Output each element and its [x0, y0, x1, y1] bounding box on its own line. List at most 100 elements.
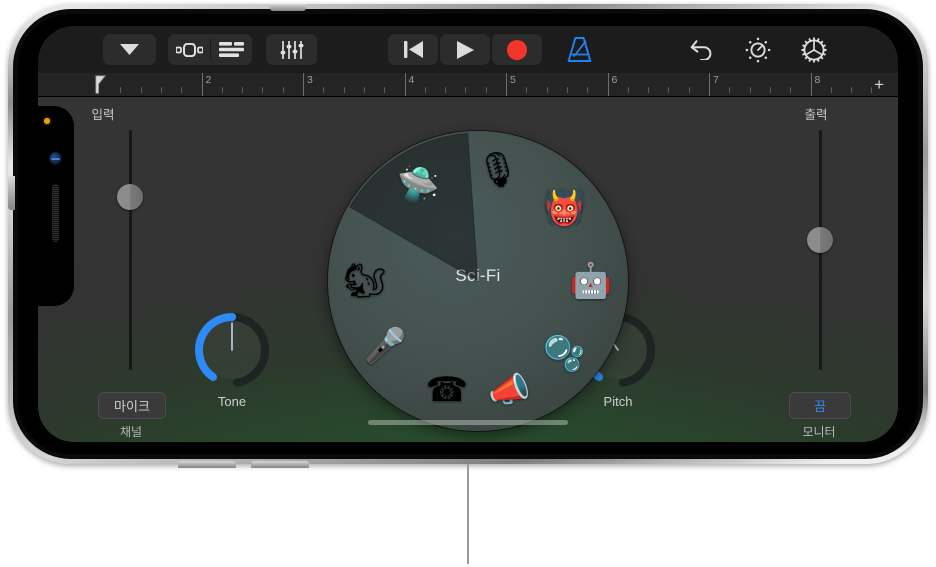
ruler-sub-tick [181, 87, 183, 93]
wheel-item-monster[interactable]: 👹 [541, 184, 589, 232]
ruler-sub-tick [546, 87, 548, 93]
ruler-sub-tick [871, 87, 873, 93]
ruler-sub-tick [566, 87, 568, 93]
ruler-bar-number: 5 [510, 74, 516, 86]
ruler-sub-tick [587, 87, 589, 93]
ruler-bar-number: 6 [611, 74, 618, 86]
play-icon [456, 40, 474, 59]
view-segmented-control[interactable] [168, 34, 252, 65]
home-indicator[interactable] [368, 420, 568, 425]
front-camera-icon [49, 152, 62, 165]
monitor-toggle-button[interactable]: 끔 [789, 392, 851, 419]
ruler-bar-tick [201, 73, 203, 96]
tone-knob-dial[interactable] [190, 308, 274, 392]
timeline-ruler[interactable]: 2 3 4 5 6 7 8 + [38, 73, 898, 97]
callout-line [467, 464, 469, 564]
mixer-button[interactable] [266, 34, 317, 65]
tone-knob-label: Tone [217, 394, 247, 409]
ruler-bar-tick [404, 73, 406, 96]
monitor-caption: 모니터 [802, 425, 836, 439]
navigation-menu-button[interactable] [103, 34, 156, 65]
ruler-sub-tick [242, 87, 244, 93]
settings-button[interactable] [791, 34, 837, 65]
rewind-button[interactable] [388, 34, 438, 65]
metronome-button[interactable] [556, 34, 602, 65]
chevron-down-icon [120, 44, 139, 55]
ruler-sub-tick [526, 87, 528, 93]
output-slider-knob[interactable] [807, 227, 833, 254]
wheel-item-chipmunk[interactable]: 🐿 [341, 257, 389, 305]
iphone-device-frame: 입력 마이크 채널 출력 끔 모니터 Tone Pitch 🛸 🎙 👹 🤖 🫧 … [8, 4, 928, 468]
wheel-item-clean[interactable]: 🎙 [474, 146, 522, 194]
ruler-sub-tick [688, 87, 690, 93]
metronome-icon [567, 36, 591, 62]
ruler-bar-number: 2 [205, 74, 212, 86]
ruler-sub-tick [343, 87, 345, 93]
mixer-icon [280, 40, 303, 59]
ruler-sub-tick [363, 87, 365, 93]
gear-icon [801, 36, 827, 63]
ruler-bar-tick [709, 73, 710, 96]
earpiece-speaker-icon [52, 184, 59, 242]
ruler-sub-tick [790, 87, 792, 93]
ruler-sub-tick [140, 87, 142, 93]
ruler-sub-tick [120, 87, 122, 93]
wheel-item-helium[interactable]: 🫧 [541, 330, 589, 378]
app-toolbar [38, 26, 898, 73]
ruler-sub-tick [851, 87, 853, 93]
wheel-item-telephone[interactable]: ☎ [423, 366, 471, 414]
wheel-item-sci-fi[interactable]: 🛸 [394, 161, 442, 209]
wheel-item-live-mic[interactable]: 🎤 [361, 322, 409, 370]
output-label: 출력 [804, 108, 828, 122]
ruler-sub-tick [323, 87, 325, 93]
ruler-sub-tick [749, 87, 751, 93]
undo-icon [690, 40, 711, 60]
ruler-bar-tick [607, 73, 609, 96]
volume-up-button[interactable] [178, 461, 236, 468]
record-icon [507, 39, 527, 60]
ruler-sub-tick [769, 87, 771, 93]
playhead-marker[interactable] [95, 75, 106, 94]
ruler-sub-tick [465, 87, 467, 93]
rewind-icon [403, 41, 423, 58]
power-button[interactable] [270, 4, 306, 11]
ruler-sub-tick [282, 87, 284, 93]
vocal-effects-panel: 입력 마이크 채널 출력 끔 모니터 Tone Pitch 🛸 🎙 👹 🤖 🫧 … [38, 96, 898, 442]
ring-silent-switch[interactable] [8, 176, 15, 210]
wheel-item-robot[interactable]: 🤖 [567, 257, 615, 305]
tone-knob[interactable]: Tone [190, 308, 274, 412]
ruler-sub-tick [445, 87, 447, 93]
ruler-bar-number: 7 [713, 74, 719, 86]
ruler-sub-tick [648, 87, 650, 93]
ruler-bar-tick [810, 73, 812, 96]
wheel-item-megaphone[interactable]: 📣 [485, 366, 533, 414]
ruler-sub-tick [830, 87, 832, 93]
loop-browser-button[interactable] [168, 34, 210, 65]
volume-down-button[interactable] [251, 461, 309, 468]
ruler-bar-tick [303, 73, 304, 96]
microphone-in-use-indicator [44, 118, 50, 124]
input-channel-button[interactable]: 마이크 [98, 392, 166, 419]
fx-button[interactable] [735, 34, 781, 65]
play-button[interactable] [440, 34, 490, 65]
tracks-view-button[interactable] [210, 34, 252, 65]
input-slider-knob[interactable] [117, 184, 143, 211]
ruler-bar-number: 8 [814, 74, 821, 86]
ruler-sub-tick [668, 87, 670, 93]
segmented-divider [210, 39, 211, 60]
record-button[interactable] [492, 34, 542, 65]
ruler-sub-tick [160, 87, 162, 93]
vocal-effects-wheel[interactable]: 🛸🎙👹🤖🫧📣☎🎤🐿 Sci-Fi [328, 131, 628, 431]
ruler-sub-tick [221, 87, 223, 93]
ruler-sub-tick [729, 87, 731, 93]
ruler-bar-tick [506, 73, 507, 96]
undo-button[interactable] [679, 34, 725, 65]
ruler-sub-tick [262, 87, 264, 93]
ruler-sub-tick [384, 87, 386, 93]
screenshot-root: 입력 마이크 채널 출력 끔 모니터 Tone Pitch 🛸 🎙 👹 🤖 🫧 … [0, 0, 936, 567]
device-screen: 입력 마이크 채널 출력 끔 모니터 Tone Pitch 🛸 🎙 👹 🤖 🫧 … [38, 26, 898, 442]
ruler-sub-tick [424, 87, 426, 93]
tracks-view-icon [218, 42, 244, 57]
input-slider-track[interactable] [129, 130, 132, 370]
add-track-button[interactable]: + [874, 76, 884, 93]
